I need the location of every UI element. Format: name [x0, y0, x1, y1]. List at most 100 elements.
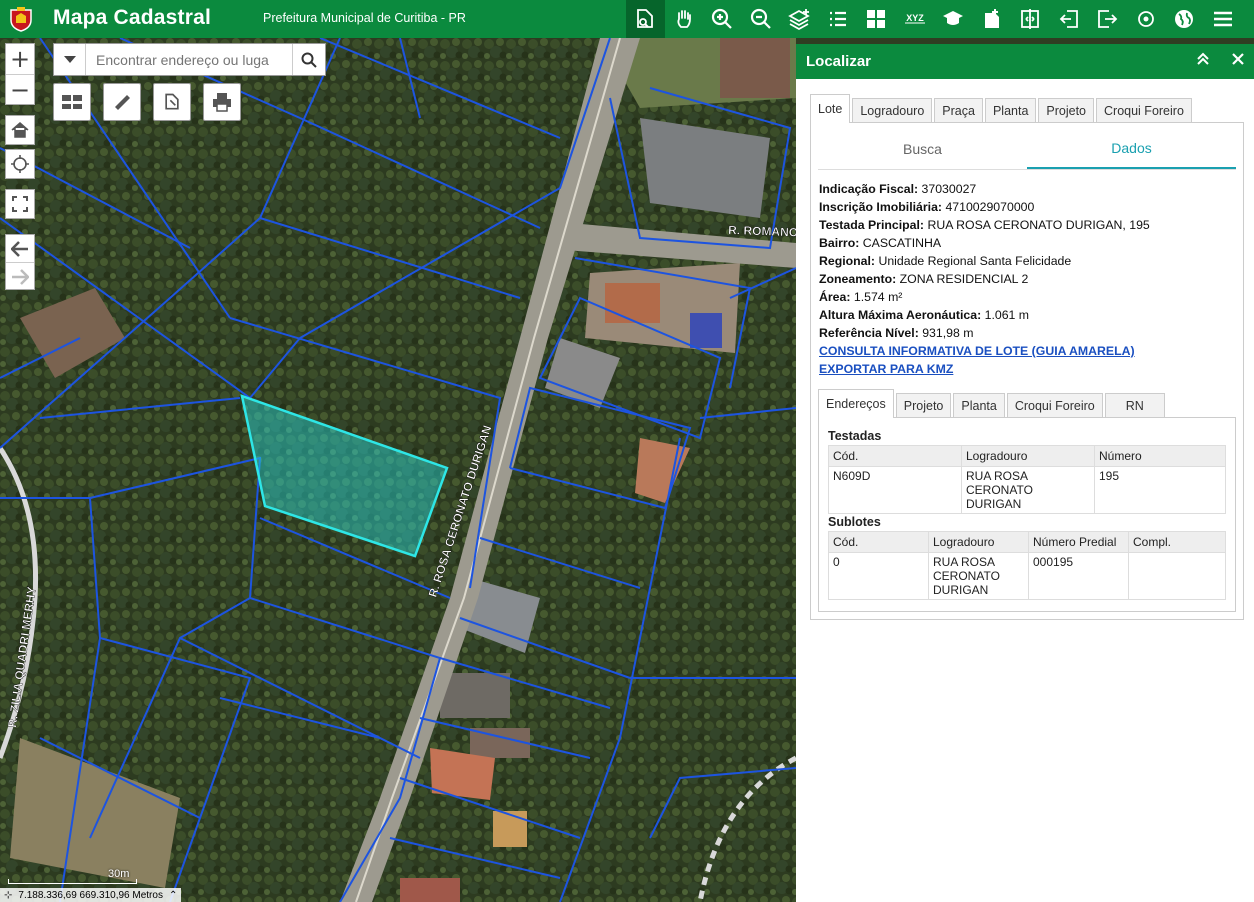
- sublotes-cell-numero: 000195: [1028, 552, 1129, 600]
- select-parcel-button[interactable]: [153, 83, 191, 121]
- search-input[interactable]: [86, 44, 292, 75]
- zoom-out-icon: [750, 8, 771, 29]
- panel-header: Localizar: [796, 44, 1254, 79]
- print-button[interactable]: [203, 83, 241, 121]
- printer-icon: [213, 93, 231, 112]
- tab-detail-rn[interactable]: RN: [1104, 393, 1165, 417]
- chevron-down-icon: [63, 55, 76, 63]
- tab-praca[interactable]: Praça: [934, 98, 983, 122]
- panel-title: Localizar: [806, 53, 872, 70]
- zoom-out-button[interactable]: [742, 0, 781, 38]
- fullscreen-icon: [12, 196, 28, 212]
- chevron-up-icon[interactable]: ⌃: [169, 890, 177, 901]
- search-type-tabs: Lote Logradouro Praça Planta Projeto Cro…: [810, 94, 1194, 123]
- subtab-dados[interactable]: Dados: [1027, 129, 1236, 169]
- testadas-cell-numero: 195: [1094, 466, 1226, 514]
- import-button[interactable]: [1050, 0, 1089, 38]
- field-testada-principal: Testada Principal: RUA ROSA CERONATO DUR…: [819, 218, 1150, 232]
- education-button[interactable]: [934, 0, 973, 38]
- globe-icon: [1175, 10, 1194, 28]
- testadas-title: Testadas: [828, 429, 882, 443]
- swap-icon: [62, 95, 82, 109]
- sublotes-title: Sublotes: [828, 515, 881, 529]
- testadas-table: Cód. Logradouro Número N609D RUA ROSA CE…: [828, 445, 1226, 514]
- sublotes-header-compl: Compl.: [1128, 531, 1226, 553]
- tab-logradouro[interactable]: Logradouro: [852, 98, 933, 122]
- map-zoom-in-button[interactable]: +: [6, 44, 34, 75]
- tab-detail-projeto[interactable]: Projeto: [895, 393, 952, 417]
- identify-icon: [637, 9, 654, 28]
- tab-detail-croqui[interactable]: Croqui Foreiro: [1006, 393, 1103, 417]
- lote-subtabs: Busca Dados: [818, 129, 1236, 170]
- document-add-button[interactable]: [973, 0, 1012, 38]
- collapse-panel-icon[interactable]: [1196, 52, 1210, 71]
- compare-button[interactable]: [1011, 0, 1050, 38]
- previous-extent-button[interactable]: [6, 235, 34, 263]
- field-altura-maxima: Altura Máxima Aeronáutica: 1.061 m: [819, 308, 1030, 322]
- detail-tabs: Endereços Projeto Planta Croqui Foreiro …: [818, 389, 1167, 419]
- parcel-info: Indicação Fiscal: 37030027 Inscrição Imo…: [819, 180, 1150, 378]
- testadas-header-cod: Cód.: [828, 445, 962, 467]
- field-regional: Regional: Unidade Regional Santa Felicid…: [819, 254, 1072, 268]
- export-icon: [1098, 10, 1118, 28]
- locate-me-button[interactable]: [5, 149, 35, 179]
- map-zoom-out-button[interactable]: −: [6, 75, 34, 105]
- add-layers-button[interactable]: [780, 0, 819, 38]
- field-area: Área: 1.574 m²: [819, 290, 903, 304]
- locate-button[interactable]: [1127, 0, 1166, 38]
- xyz-coordinates-button[interactable]: XYZ: [896, 0, 935, 38]
- layers-add-icon: [788, 9, 811, 31]
- app-subtitle: Prefeitura Municipal de Curitiba - PR: [263, 11, 466, 25]
- tab-enderecos[interactable]: Endereços: [818, 389, 894, 418]
- zoom-in-icon: [712, 8, 733, 29]
- tab-lote[interactable]: Lote: [810, 94, 851, 123]
- next-extent-button[interactable]: [6, 263, 34, 290]
- app-title: Mapa Cadastral: [53, 6, 212, 29]
- sublotes-cell-compl: [1128, 552, 1226, 600]
- search-source-dropdown[interactable]: [54, 44, 87, 75]
- top-bar: Mapa Cadastral Prefeitura Municipal de C…: [0, 0, 1254, 38]
- home-button[interactable]: [5, 115, 35, 145]
- guia-amarela-link[interactable]: CONSULTA INFORMATIVA DE LOTE (GUIA AMARE…: [819, 344, 1135, 358]
- globe-button[interactable]: [1165, 0, 1204, 38]
- close-panel-icon[interactable]: [1232, 52, 1244, 70]
- crosshair-small-icon: ⊹: [4, 889, 13, 901]
- aerial-map-image: R. ROSA CERONATO DURIGAN R. ROMANO R. ZI…: [0, 38, 796, 902]
- grid-button[interactable]: [857, 0, 896, 38]
- xyz-coordinates-icon: XYZ: [904, 13, 925, 24]
- tab-croqui-foreiro[interactable]: Croqui Foreiro: [1096, 98, 1192, 122]
- zoom-control: + −: [5, 43, 35, 105]
- localizar-panel: Localizar Lote Logradouro Praça Planta P…: [796, 44, 1254, 902]
- map-view[interactable]: R. ROSA CERONATO DURIGAN R. ROMANO R. ZI…: [0, 38, 796, 902]
- search-button[interactable]: [292, 44, 325, 75]
- measure-button[interactable]: [103, 83, 141, 121]
- pan-tool-button[interactable]: [665, 0, 704, 38]
- menu-button[interactable]: [1204, 0, 1243, 38]
- fullscreen-button[interactable]: [5, 189, 35, 219]
- sublotes-header-cod: Cód.: [828, 531, 929, 553]
- subtab-busca[interactable]: Busca: [818, 129, 1027, 169]
- export-kmz-link[interactable]: EXPORTAR PARA KMZ: [819, 362, 953, 376]
- legend-button[interactable]: [819, 0, 858, 38]
- sublotes-cell-logradouro: RUA ROSA CERONATO DURIGAN: [928, 552, 1029, 600]
- tab-projeto[interactable]: Projeto: [1038, 98, 1095, 122]
- basemap-toggle-button[interactable]: [53, 83, 91, 121]
- identify-icon: [165, 93, 179, 110]
- menu-icon: [1213, 11, 1232, 27]
- coordinates-text: 7.188.336,69 669.310,96 Metros: [18, 889, 163, 901]
- import-icon: [1059, 10, 1078, 28]
- field-indicacao-fiscal: Indicação Fiscal: 37030027: [819, 182, 977, 196]
- coordinates-readout: ⊹ 7.188.336,69 669.310,96 Metros ⌃: [0, 888, 182, 902]
- tab-planta[interactable]: Planta: [984, 98, 1037, 122]
- arrow-left-icon: [11, 240, 28, 257]
- field-referencia-nivel: Referência Nível: 931,98 m: [819, 326, 974, 340]
- home-icon: [11, 122, 29, 138]
- zoom-in-button[interactable]: [703, 0, 742, 38]
- crosshair-icon: [11, 155, 29, 173]
- ruler-icon: [115, 95, 130, 110]
- tab-detail-planta[interactable]: Planta: [953, 393, 1005, 417]
- arrow-right-icon: [12, 268, 29, 285]
- export-button[interactable]: [1088, 0, 1127, 38]
- pan-hand-icon: [677, 10, 691, 28]
- identify-tool-button[interactable]: [626, 0, 665, 38]
